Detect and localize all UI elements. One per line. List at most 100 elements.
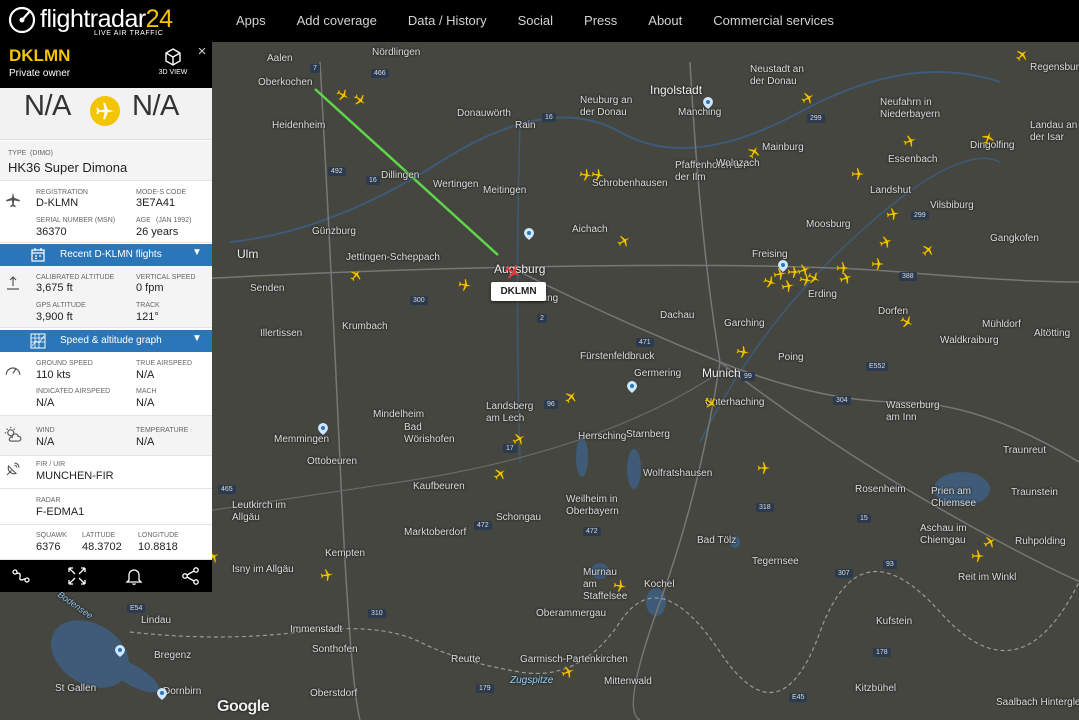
town-label: Kempten	[325, 548, 366, 559]
radar-antenna-icon	[6, 462, 20, 476]
aircraft-marker-icon[interactable]	[457, 277, 473, 293]
mode-s-label: MODE-S CODE	[136, 189, 187, 196]
selected-flight-label[interactable]: DKLMN	[491, 282, 546, 301]
aircraft-marker-icon[interactable]	[920, 242, 936, 258]
latitude-value: 48.3702	[82, 541, 122, 553]
town-label: Krumbach	[342, 321, 388, 332]
share-icon[interactable]	[181, 566, 201, 586]
aircraft-marker-icon[interactable]	[980, 130, 996, 146]
aircraft-marker-icon[interactable]	[1014, 47, 1030, 63]
town-label: Landau an der Isar	[1030, 120, 1078, 143]
3d-view-button[interactable]: 3D VIEW	[154, 46, 192, 82]
town-label: Saalbach Hinterglemm	[996, 697, 1079, 708]
aircraft-marker-icon[interactable]	[756, 460, 772, 476]
aircraft-marker-icon[interactable]	[780, 278, 796, 294]
indicated-airspeed-label: INDICATED AIRSPEED	[36, 388, 111, 395]
town-label: Kaufbeuren	[413, 481, 465, 492]
town-label: Herrsching	[578, 431, 627, 442]
aircraft-marker-icon[interactable]	[348, 267, 364, 283]
aircraft-marker-icon[interactable]	[735, 344, 751, 360]
latitude-label: LATITUDE	[82, 532, 116, 539]
airport-pin-icon[interactable]	[157, 688, 167, 700]
aircraft-marker-icon[interactable]	[970, 548, 986, 564]
airport-pin-icon[interactable]	[318, 423, 328, 435]
town-label: Ulm	[237, 247, 259, 261]
town-label: Aalen	[267, 53, 293, 64]
aircraft-marker-icon[interactable]	[800, 90, 816, 106]
brand-logo[interactable]: flightradar24 LIVE AIR TRAFFIC	[8, 4, 178, 40]
airport-pin-icon[interactable]	[524, 228, 534, 240]
aircraft-marker-icon[interactable]	[616, 233, 632, 249]
aircraft-marker-icon[interactable]	[612, 578, 628, 594]
aircraft-marker-icon[interactable]	[703, 395, 719, 411]
selected-aircraft-icon[interactable]	[503, 262, 523, 282]
aircraft-marker-icon[interactable]	[850, 166, 866, 182]
town-label: Neustadt an der Donau	[750, 64, 804, 87]
bell-icon[interactable]	[124, 566, 144, 586]
road-shield: E54	[127, 604, 146, 613]
fir-label: FIR / UIR	[36, 461, 66, 468]
aircraft-marker-icon[interactable]	[511, 431, 527, 447]
aircraft-marker-icon[interactable]	[885, 206, 901, 222]
speed-altitude-graph-button[interactable]: Speed & altitude graph ▼	[0, 330, 212, 352]
expand-icon[interactable]	[67, 566, 87, 586]
nav-commercial-services[interactable]: Commercial services	[699, 0, 848, 42]
aircraft-marker-icon[interactable]	[838, 270, 854, 286]
town-label: Bregenz	[154, 650, 192, 661]
brand-number: 24	[145, 5, 173, 33]
aircraft-marker-icon[interactable]	[352, 92, 368, 108]
town-label: Neufahrn in Niederbayern	[880, 97, 941, 120]
close-icon: ×	[197, 43, 207, 60]
nav-data-history[interactable]: Data / History	[394, 0, 501, 42]
nav-apps[interactable]: Apps	[222, 0, 280, 42]
fir-value: MUNCHEN-FIR	[36, 470, 114, 482]
route-section: N/A N/A	[0, 88, 212, 140]
aircraft-marker-icon[interactable]	[563, 389, 579, 405]
cube-icon	[165, 48, 181, 66]
altitude-icon	[7, 276, 19, 290]
road-shield: 304	[833, 396, 851, 405]
calibrated-altitude-label: CALIBRATED ALTITUDE	[36, 274, 115, 281]
airport-pin-icon[interactable]	[627, 381, 637, 393]
route-icon[interactable]	[11, 566, 31, 586]
road-shield: 300	[410, 296, 428, 305]
chevron-down-icon: ▼	[192, 247, 202, 258]
squawk-label: SQUAWK	[36, 532, 67, 539]
serial-value: 36370	[36, 226, 67, 238]
town-label: Nördlingen	[372, 47, 421, 58]
aircraft-marker-icon[interactable]	[319, 567, 335, 583]
origin-airport[interactable]: N/A	[24, 90, 71, 123]
nav-press[interactable]: Press	[570, 0, 631, 42]
road-shield: 99	[741, 372, 755, 381]
destination-airport[interactable]: N/A	[132, 90, 179, 123]
google-attribution: Google	[217, 698, 270, 715]
town-label: Ruhpolding	[1015, 536, 1066, 547]
nav-about[interactable]: About	[634, 0, 696, 42]
radar-label: RADAR	[36, 497, 61, 504]
nav-add-coverage[interactable]: Add coverage	[283, 0, 391, 42]
aircraft-marker-icon[interactable]	[335, 87, 351, 103]
close-panel-button[interactable]: ×	[194, 44, 210, 60]
town-label: Gangkofen	[990, 233, 1039, 244]
recent-flights-button[interactable]: Recent D-KLMN flights ▼	[0, 244, 212, 266]
aircraft-marker-icon[interactable]	[492, 466, 508, 482]
nav-social[interactable]: Social	[504, 0, 567, 42]
airport-pin-icon[interactable]	[115, 645, 125, 657]
aircraft-marker-icon[interactable]	[899, 314, 915, 330]
airport-pin-icon[interactable]	[703, 97, 713, 109]
aircraft-marker-icon[interactable]	[806, 270, 822, 286]
aircraft-marker-icon[interactable]	[560, 664, 576, 680]
aircraft-marker-icon[interactable]	[870, 256, 886, 272]
aircraft-marker-icon[interactable]	[746, 144, 762, 160]
town-label: Fürstenfeldbruck	[580, 351, 655, 362]
town-label: Reutte	[451, 654, 481, 665]
aircraft-marker-icon[interactable]	[878, 234, 894, 250]
temperature-label: TEMPERATURE	[136, 427, 189, 434]
wind-label: WIND	[36, 427, 55, 434]
town-label: Waldkraiburg	[940, 335, 999, 346]
town-label: Donauwörth	[457, 108, 511, 119]
aircraft-marker-icon[interactable]	[590, 167, 606, 183]
true-airspeed-label: TRUE AIRSPEED	[136, 360, 193, 367]
panel-footer	[0, 560, 212, 592]
aircraft-marker-icon[interactable]	[902, 133, 918, 149]
